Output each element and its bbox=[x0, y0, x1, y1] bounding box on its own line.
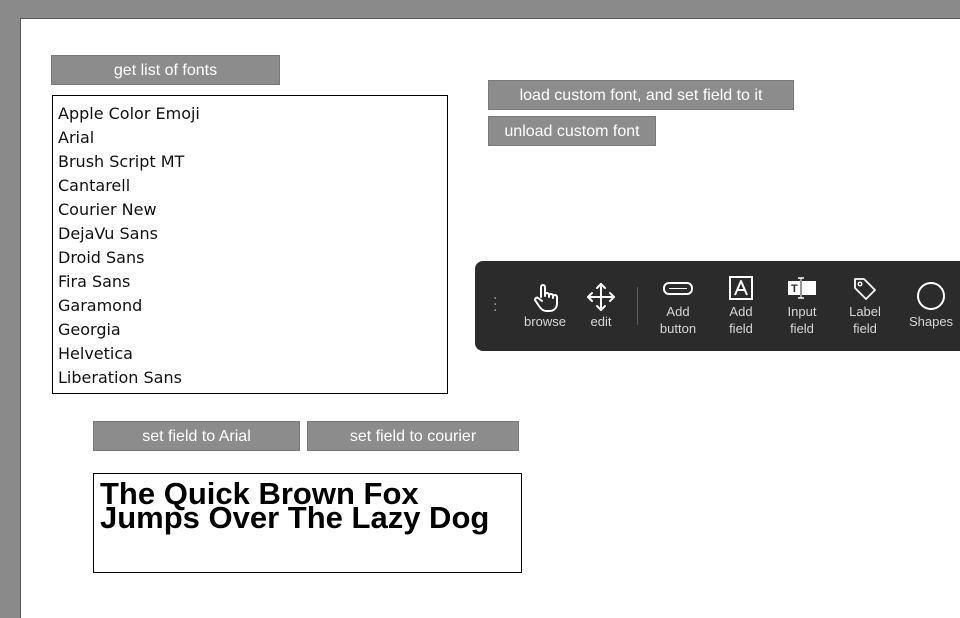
font-list-item[interactable]: Fira Sans bbox=[53, 270, 447, 294]
text-input-icon: T bbox=[788, 277, 816, 299]
tool-label-field[interactable]: Label field bbox=[841, 275, 889, 337]
tools-palette: · · · browse edit Add button Add field T… bbox=[475, 261, 960, 351]
tool-edit[interactable]: edit bbox=[579, 281, 623, 330]
get-list-of-fonts-button[interactable]: get list of fonts bbox=[51, 55, 280, 85]
tool-label: browse bbox=[524, 314, 566, 329]
font-list[interactable]: Apple Color Emoji Arial Brush Script MT … bbox=[52, 95, 448, 394]
tool-add-field[interactable]: Add field bbox=[719, 275, 763, 337]
font-list-item[interactable]: Georgia bbox=[53, 318, 447, 342]
sample-text: The Quick Brown Fox Jumps Over The Lazy … bbox=[100, 476, 490, 535]
toolbar-divider bbox=[637, 287, 638, 325]
sample-text-field[interactable]: The Quick Brown Fox Jumps Over The Lazy … bbox=[93, 473, 522, 573]
unload-custom-font-button[interactable]: unload custom font bbox=[488, 116, 656, 146]
svg-text:T: T bbox=[791, 283, 798, 295]
drag-handle-icon[interactable]: · · · bbox=[493, 292, 497, 318]
font-list-item[interactable]: Helvetica bbox=[53, 342, 447, 366]
letter-a-box-icon bbox=[729, 276, 753, 300]
set-field-to-arial-button[interactable]: set field to Arial bbox=[93, 421, 300, 451]
tool-add-button[interactable]: Add button bbox=[655, 275, 701, 337]
font-list-item[interactable]: Brush Script MT bbox=[53, 150, 447, 174]
font-list-item[interactable]: Garamond bbox=[53, 294, 447, 318]
font-list-item[interactable]: Cantarell bbox=[53, 174, 447, 198]
tool-label: Label field bbox=[849, 304, 881, 336]
load-custom-font-button[interactable]: load custom font, and set field to it bbox=[488, 80, 794, 110]
move-arrows-icon bbox=[587, 283, 615, 311]
font-list-item[interactable]: Liberation Sans bbox=[53, 366, 447, 390]
button-outline-icon bbox=[663, 282, 693, 295]
font-list-item[interactable]: DejaVu Sans bbox=[53, 222, 447, 246]
font-list-item[interactable]: Droid Sans bbox=[53, 246, 447, 270]
tool-browse[interactable]: browse bbox=[519, 281, 571, 330]
font-list-item[interactable]: Arial bbox=[53, 126, 447, 150]
tool-input-field[interactable]: T Input field bbox=[779, 275, 825, 337]
font-list-item[interactable]: Courier New bbox=[53, 198, 447, 222]
font-list-item[interactable]: Apple Color Emoji bbox=[53, 102, 447, 126]
tool-label: edit bbox=[590, 314, 612, 329]
tool-label: Add button bbox=[659, 304, 697, 336]
hand-pointer-icon bbox=[534, 284, 558, 312]
tool-label: Shapes bbox=[908, 314, 954, 329]
tool-shapes[interactable]: Shapes bbox=[905, 279, 957, 330]
tag-icon bbox=[854, 278, 876, 300]
circle-icon bbox=[917, 282, 945, 310]
tool-label: Input field bbox=[787, 304, 817, 336]
set-field-to-courier-button[interactable]: set field to courier bbox=[307, 421, 519, 451]
tool-label: Add field bbox=[729, 304, 753, 336]
